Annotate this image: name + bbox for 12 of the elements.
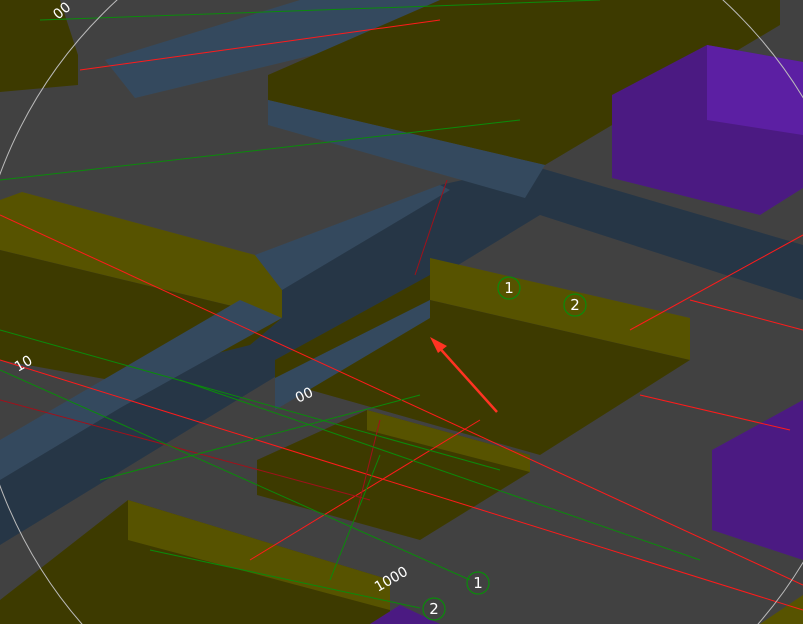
grid-bubble (497, 276, 521, 300)
grid-label: 2 (429, 600, 439, 618)
grid-bubble (422, 597, 446, 621)
dimension-label: 00 (292, 384, 316, 407)
dimension-label: 00 (50, 0, 74, 24)
block (760, 595, 803, 624)
grid-bubble (563, 293, 587, 317)
dimension-label: 10 (12, 352, 36, 376)
grid-label: 1 (473, 574, 483, 592)
grid-bubble (466, 571, 490, 595)
grid-label: 2 (570, 296, 580, 314)
grid-label: 1 (504, 279, 514, 297)
